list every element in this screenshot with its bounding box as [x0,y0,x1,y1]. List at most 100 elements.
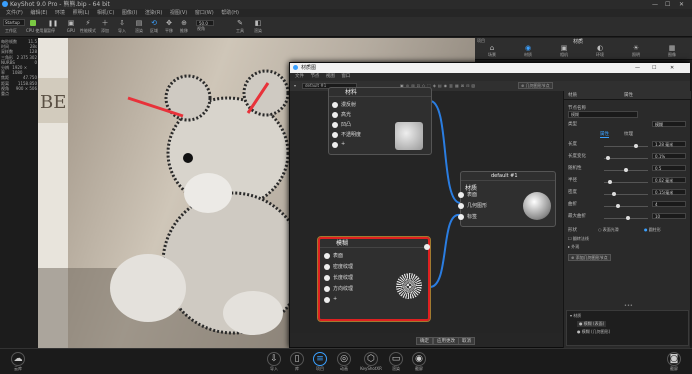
port[interactable] [458,192,464,198]
performance-mode-button[interactable]: ⚡ 性能模式 [80,19,96,35]
output-port[interactable] [424,244,430,250]
menu-file[interactable]: 文件(F) [6,10,23,16]
cloud-library-button[interactable]: ☁ 云库 [8,352,28,372]
length-field[interactable]: 1.28 毫米 [652,141,686,147]
port[interactable] [332,142,338,148]
menu-camera[interactable]: 相机(C) [97,10,114,16]
tree-item-fuzz-surface[interactable]: ● 模糊 (表面) [577,321,607,327]
appearance-section-toggle[interactable]: ▸ 外观 [568,244,579,250]
pause-icon[interactable]: ❚❚ [48,20,58,27]
tab-image[interactable]: ▦ 图像 [661,44,683,58]
menu-help[interactable]: 帮助(H) [221,10,239,16]
dialog-minimize-icon[interactable]: — [635,63,640,73]
menu-lighting[interactable]: 照明(L) [73,10,90,16]
port[interactable] [332,102,338,108]
max-kink-slider[interactable] [604,216,648,220]
density-field[interactable]: 0.15/毫米 [652,189,686,195]
port[interactable] [324,264,330,270]
menu-image[interactable]: 图像(I) [122,10,137,16]
apply-button[interactable]: 应用更改 [433,337,459,345]
dolly-button[interactable]: ⊕ 推移 [176,19,192,35]
menu-window[interactable]: 窗口(W) [195,10,214,16]
gpu-button[interactable]: ▣ GPU [63,19,79,35]
close-icon[interactable]: ✕ [679,0,684,9]
randomness-slider[interactable] [604,168,648,172]
tree-item-fuzz-geometry[interactable]: ● 模糊 (几何图形) [577,329,610,335]
geometry-node-button[interactable]: ⊕ 几何图形节点 [518,82,553,89]
pan-button[interactable]: ✥ 平移 [161,19,177,35]
dialog-maximize-icon[interactable]: ☐ [652,63,656,73]
port[interactable] [332,132,338,138]
add-button[interactable]: ＋添加 [97,19,113,35]
node-fuzz[interactable]: 模糊 表面 密度纹理 长度纹理 方向纹理 + [317,236,431,322]
port[interactable] [332,112,338,118]
dialog-menu-node[interactable]: 节点 [310,74,319,79]
dock-import-button[interactable]: ⇩ 导入 [264,352,284,372]
tab-textures[interactable]: 纹理 [624,131,633,137]
length-variation-slider[interactable] [604,156,648,160]
dialog-menu-window[interactable]: 窗口 [341,74,350,79]
node-default-material[interactable]: default #1 材质 表面 几何图形 标签 [458,171,556,227]
tab-material[interactable]: ◉ 材质 [517,44,539,58]
material-sphere-preview [523,192,551,220]
port[interactable] [324,297,330,303]
props-header: 材质 属性 [564,91,691,100]
tab-properties[interactable]: 属性 [600,131,609,138]
render-button[interactable]: ▤ 渲染 [131,19,147,35]
dialog-menu-view[interactable]: 视图 [326,74,335,79]
max-kink-field[interactable]: 10 [652,213,686,219]
tools-button[interactable]: ✎ 工具 [232,19,248,35]
workspace-select[interactable]: Startup [3,19,25,26]
length-variation-field[interactable]: 0.1% [652,153,686,159]
kink-slider[interactable] [604,204,648,208]
port[interactable] [324,275,330,281]
shape-option-cylinder[interactable]: ● 圆柱形 [644,227,661,233]
port[interactable] [332,122,338,128]
region-button[interactable]: ⟲ 区域 [146,19,162,35]
node-name-field[interactable]: 模糊 [568,111,638,118]
node-material-top[interactable]: 材料 漫反射 高光 凹凸 不透明度 + [328,87,432,155]
randomness-field[interactable]: 0.5 [652,165,686,171]
port[interactable] [458,214,464,220]
port[interactable] [324,286,330,292]
tab-scene[interactable]: ⌂ 场景 [481,44,503,58]
cancel-button[interactable]: 取消 [458,337,475,345]
shape-option-smooth[interactable]: ○ 表面光滑 [598,227,619,233]
splitter-handle[interactable]: ••• [624,303,633,309]
port[interactable] [324,253,330,259]
minimize-icon[interactable]: — [652,0,658,9]
dock-project-button[interactable]: ≡ 项目 [310,352,330,372]
ok-button[interactable]: 确定 [416,337,433,345]
dock-render-button[interactable]: ▭ 渲染 [386,352,406,372]
dialog-menu-file[interactable]: 文件 [295,74,304,79]
maximize-icon[interactable]: ☐ [665,0,670,9]
dock-keyshotxr-button[interactable]: ⬡ KeyShotXR [358,352,384,371]
menu-environment[interactable]: 环境 [55,10,65,16]
flip-normals-checkbox[interactable]: ☐ 翻转法线 [568,236,589,242]
tab-environment[interactable]: ◐ 环境 [589,44,611,58]
node-graph-canvas[interactable]: 材料 漫反射 高光 凹凸 不透明度 + default #1 材质 表面 几何图… [290,87,562,333]
dock-screenshot-button[interactable]: ◉ 截屏 [409,352,429,372]
dock-animation-button[interactable]: ◎ 动画 [334,352,354,372]
import-button[interactable]: ⇩ 导入 [114,19,130,35]
library-icon: ▯ [290,352,304,366]
dock-right-screenshot-button[interactable]: ◙ 截屏 [664,352,684,372]
add-geometry-node-button[interactable]: ⊕ 添加几何图形节点 [568,254,611,261]
port[interactable] [458,203,464,209]
kink-field[interactable]: 4 [652,201,686,207]
length-slider[interactable] [604,144,648,148]
tree-header[interactable]: ▾ 材质 [570,313,581,319]
tab-lighting[interactable]: ☀ 照明 [625,44,647,58]
type-select[interactable]: 模糊 [652,121,686,127]
cpu-usage-label[interactable]: CPU 使用量 [26,28,47,34]
tab-camera[interactable]: ▣ 相机 [553,44,575,58]
radius-slider[interactable] [604,180,648,184]
menu-edit[interactable]: 编辑(E) [30,10,47,16]
menu-view[interactable]: 视图(V) [170,10,187,16]
menu-render[interactable]: 渲染(R) [145,10,162,16]
dock-library-button[interactable]: ▯ 库 [287,352,307,372]
render-main-button[interactable]: ◧ 渲染 [250,19,266,35]
dialog-close-icon[interactable]: ✕ [670,63,674,73]
density-slider[interactable] [604,192,648,196]
radius-field[interactable]: 0.02 毫米 [652,177,686,183]
